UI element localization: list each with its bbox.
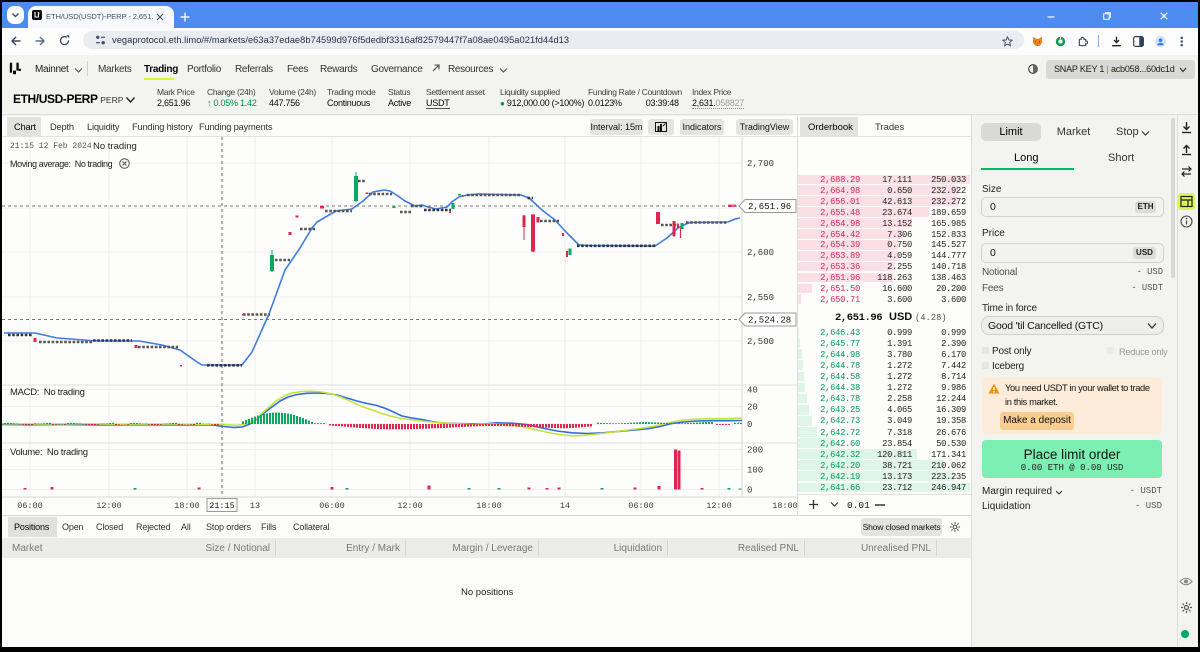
svg-text:2,651.96: 2,651.96 [748,202,791,212]
svg-text:20: 20 [747,403,758,413]
svg-text:12:00: 12:00 [706,501,732,511]
svg-text:2,600: 2,600 [747,248,774,258]
svg-text:12:00: 12:00 [397,501,423,511]
svg-text:0: 0 [747,486,752,496]
svg-text:13: 13 [250,501,260,511]
svg-text:200: 200 [747,446,763,456]
svg-text:2,524.28: 2,524.28 [748,316,791,326]
svg-text:2,500: 2,500 [747,337,774,347]
svg-text:06:00: 06:00 [628,501,654,511]
svg-text:06:00: 06:00 [17,501,43,511]
svg-text:06:00: 06:00 [319,501,345,511]
svg-text:21:15: 21:15 [209,501,235,511]
svg-text:40: 40 [747,386,758,396]
svg-text:12:00: 12:00 [96,501,122,511]
svg-text:18:00: 18:00 [174,501,200,511]
svg-text:18:00: 18:00 [476,501,502,511]
svg-text:2,550: 2,550 [747,293,774,303]
svg-text:0: 0 [747,420,752,430]
svg-text:100: 100 [747,466,763,476]
svg-text:14: 14 [560,501,570,511]
svg-text:2,700: 2,700 [747,159,774,169]
svg-text:18:00: 18:00 [772,501,797,511]
